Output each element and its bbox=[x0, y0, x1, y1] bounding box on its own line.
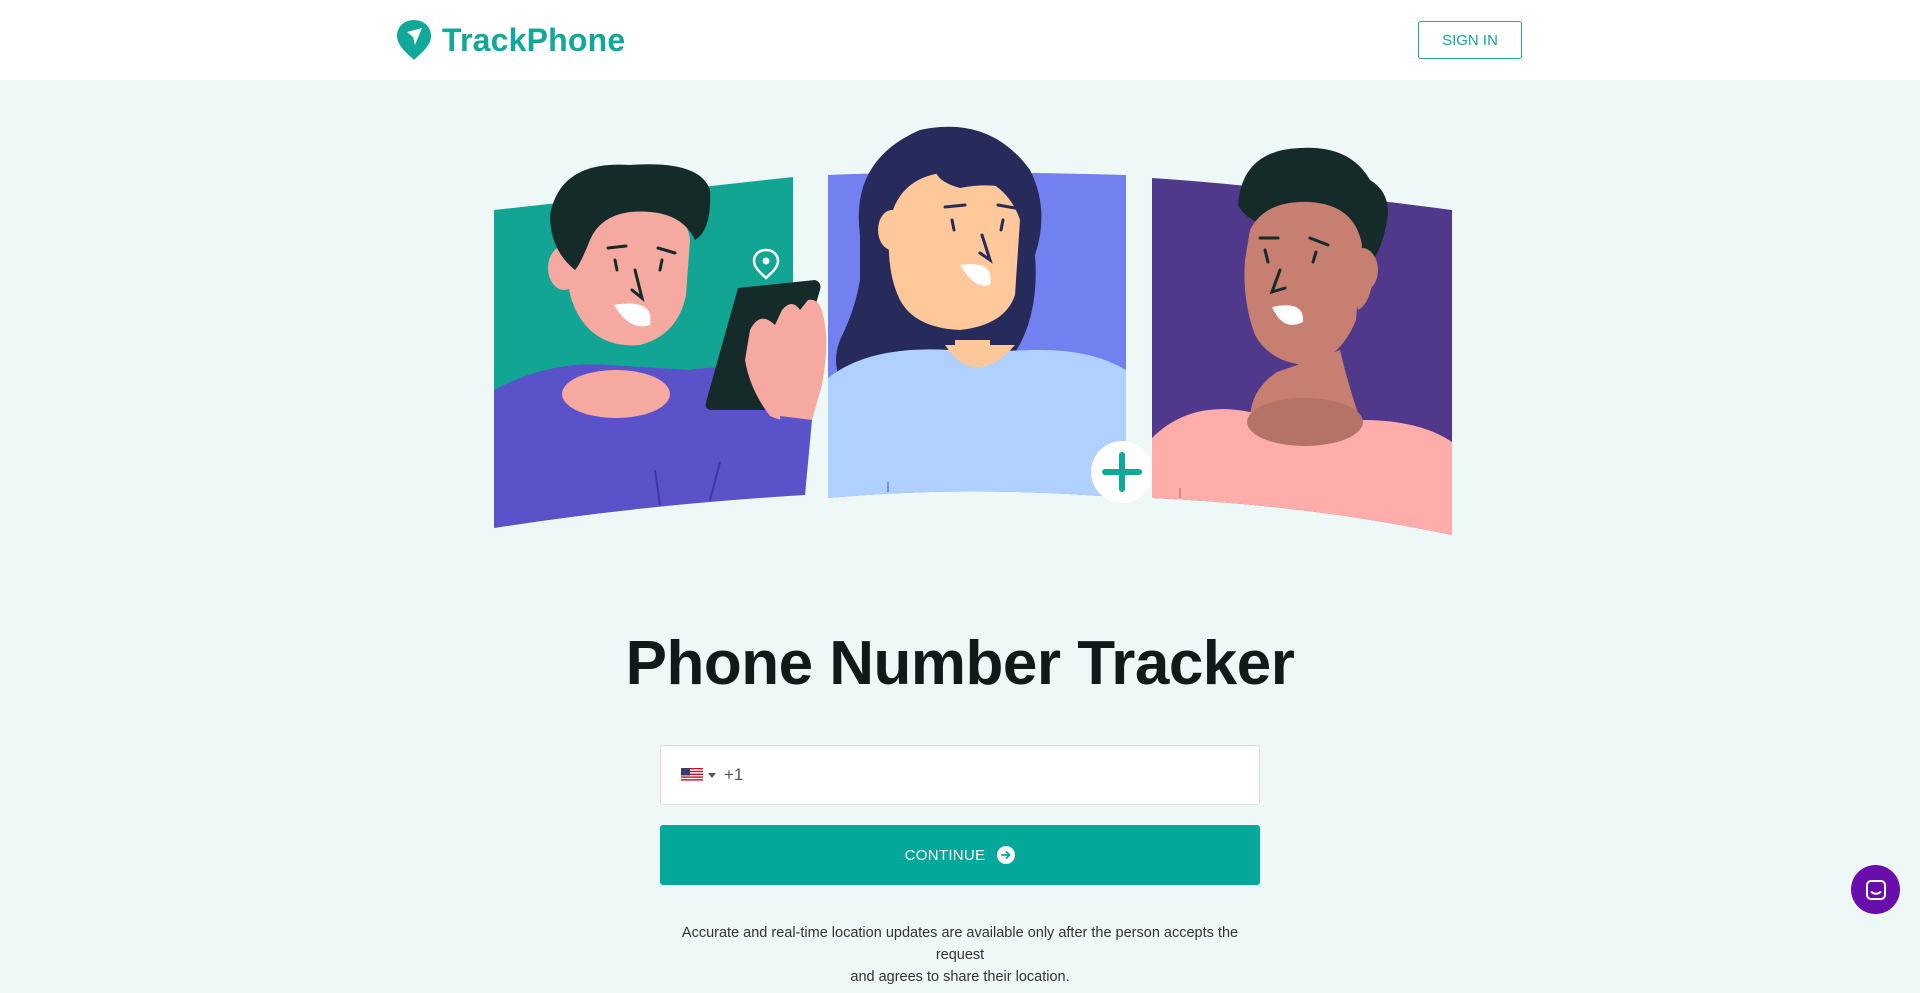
us-flag-icon bbox=[681, 768, 703, 782]
disclaimer-text: Accurate and real-time location updates … bbox=[660, 922, 1260, 988]
hero-illustration bbox=[490, 120, 1460, 540]
sign-in-button[interactable]: SIGN IN bbox=[1418, 21, 1522, 59]
disclaimer-line-1: Accurate and real-time location updates … bbox=[681, 925, 1239, 963]
arrow-right-icon bbox=[997, 846, 1016, 864]
brand-logo[interactable]: TrackPhone bbox=[396, 18, 625, 62]
disclaimer-line-2: and agrees to share their location. bbox=[850, 969, 1070, 985]
chat-icon bbox=[1865, 879, 1886, 900]
location-pin-logo-icon bbox=[397, 20, 431, 60]
phone-number-field[interactable] bbox=[660, 745, 1260, 805]
page-title: Phone Number Tracker bbox=[625, 629, 1295, 698]
brand-name: TrackPhone bbox=[442, 21, 626, 58]
country-selector[interactable] bbox=[681, 768, 716, 782]
top-bar: TrackPhone SIGN IN bbox=[0, 0, 1920, 80]
continue-button[interactable]: CONTINUE bbox=[660, 825, 1260, 885]
people-illustration bbox=[494, 126, 1452, 535]
chat-launcher-button[interactable] bbox=[1851, 865, 1900, 914]
continue-label: CONTINUE bbox=[904, 846, 986, 864]
chevron-down-icon bbox=[708, 772, 716, 778]
phone-number-input[interactable] bbox=[724, 755, 1204, 795]
